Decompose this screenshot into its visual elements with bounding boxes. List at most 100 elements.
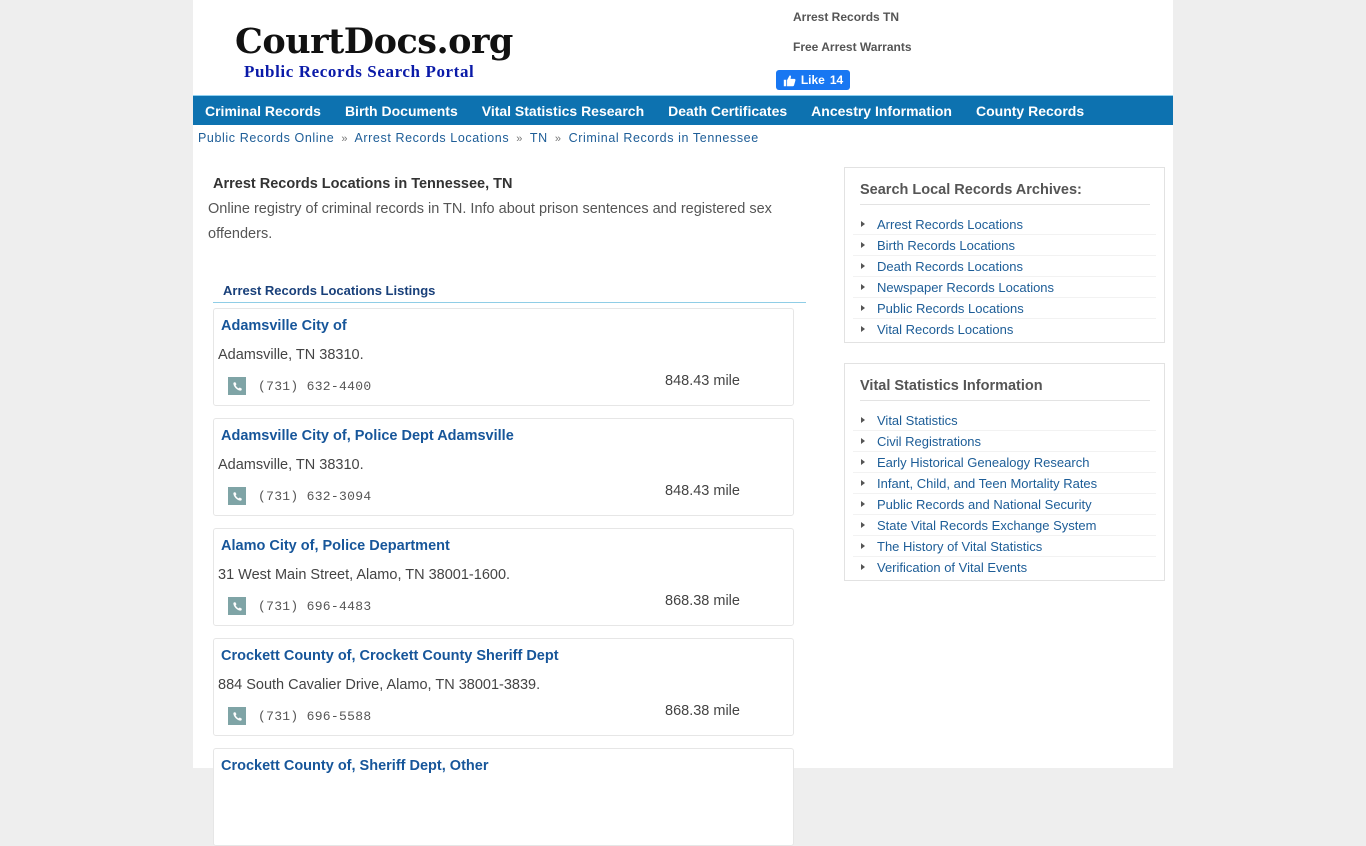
- breadcrumb-separator: »: [341, 133, 349, 145]
- sidebar-item: Arrest Records Locations: [853, 214, 1156, 235]
- sidebar-item: Vital Records Locations: [853, 319, 1156, 339]
- sidebar-link-birth-records-locations[interactable]: Birth Records Locations: [877, 238, 1015, 253]
- listing-distance: 848.43 mile: [665, 373, 740, 389]
- caret-right-icon: [861, 564, 865, 570]
- page-description: Online registry of criminal records in T…: [208, 201, 772, 242]
- listing-card: Adamsville City of, Police Dept Adamsvil…: [213, 418, 794, 516]
- caret-right-icon: [861, 543, 865, 549]
- sidebar-item: Public Records and National Security: [853, 494, 1156, 515]
- phone-icon: [228, 377, 246, 395]
- sidebar-link-mortality-rates[interactable]: Infant, Child, and Teen Mortality Rates: [877, 476, 1097, 491]
- listing-card: Adamsville City of Adamsville, TN 38310.…: [213, 308, 794, 406]
- listing-name-link[interactable]: Adamsville City of, Police Dept Adamsvil…: [221, 428, 514, 444]
- sidebar-link-arrest-records-locations[interactable]: Arrest Records Locations: [877, 217, 1023, 232]
- breadcrumb-separator: »: [516, 133, 524, 145]
- listing-name-link[interactable]: Alamo City of, Police Department: [221, 538, 450, 554]
- page-title: Arrest Records Locations in Tennessee, T…: [213, 176, 513, 192]
- caret-right-icon: [861, 305, 865, 311]
- listing-address: 31 West Main Street, Alamo, TN 38001-160…: [218, 567, 511, 583]
- caret-right-icon: [861, 417, 865, 423]
- listing-name-link[interactable]: Adamsville City of: [221, 318, 347, 334]
- sidebar-link-exchange-system[interactable]: State Vital Records Exchange System: [877, 518, 1096, 533]
- sidebar-item: Death Records Locations: [853, 256, 1156, 277]
- sidebar-list: Arrest Records Locations Birth Records L…: [853, 214, 1156, 339]
- listings-heading: Arrest Records Locations Listings: [213, 282, 806, 303]
- nav-death-certificates[interactable]: Death Certificates: [668, 103, 787, 119]
- sidebar-vital-statistics-box: Vital Statistics Information Vital Stati…: [844, 363, 1165, 581]
- sidebar-item: Infant, Child, and Teen Mortality Rates: [853, 473, 1156, 494]
- like-label: Like: [800, 73, 825, 87]
- breadcrumb-tn[interactable]: TN: [530, 131, 548, 145]
- nav-birth-documents[interactable]: Birth Documents: [345, 103, 458, 119]
- sidebar-item: Civil Registrations: [853, 431, 1156, 452]
- sidebar-item: Vital Statistics: [853, 410, 1156, 431]
- sidebar-item: The History of Vital Statistics: [853, 536, 1156, 557]
- header-links: Arrest Records TN Free Arrest Warrants: [793, 10, 912, 70]
- sidebar-item: Public Records Locations: [853, 298, 1156, 319]
- nav-vital-statistics-research[interactable]: Vital Statistics Research: [482, 103, 644, 119]
- facebook-like-button[interactable]: Like 14: [776, 70, 850, 90]
- breadcrumb-separator: »: [554, 133, 562, 145]
- caret-right-icon: [861, 221, 865, 227]
- listing-name-link[interactable]: Crockett County of, Sheriff Dept, Other: [221, 758, 488, 774]
- caret-right-icon: [861, 326, 865, 332]
- sidebar-link-national-security[interactable]: Public Records and National Security: [877, 497, 1092, 512]
- caret-right-icon: [861, 284, 865, 290]
- page: CourtDocs.org Public Records Search Port…: [193, 0, 1173, 846]
- like-count: 14: [829, 73, 844, 87]
- sidebar-item: Birth Records Locations: [853, 235, 1156, 256]
- listing-card: Crockett County of, Sheriff Dept, Other: [213, 748, 794, 846]
- logo-subtitle: Public Records Search Portal: [244, 62, 475, 81]
- breadcrumb-criminal-records-tennessee[interactable]: Criminal Records in Tennessee: [569, 131, 759, 145]
- sidebar-list: Vital Statistics Civil Registrations Ear…: [853, 410, 1156, 577]
- breadcrumb: Public Records Online » Arrest Records L…: [198, 131, 759, 145]
- listing-address: 884 South Cavalier Drive, Alamo, TN 3800…: [218, 677, 541, 693]
- caret-right-icon: [861, 522, 865, 528]
- listing-card: Crockett County of, Crockett County Sher…: [213, 638, 794, 736]
- sidebar-link-vital-statistics[interactable]: Vital Statistics: [877, 413, 958, 428]
- sidebar-box-title: Search Local Records Archives:: [860, 181, 1150, 205]
- breadcrumb-public-records-online[interactable]: Public Records Online: [198, 131, 334, 145]
- caret-right-icon: [861, 438, 865, 444]
- sidebar-item: Early Historical Genealogy Research: [853, 452, 1156, 473]
- listing-address: Adamsville, TN 38310.: [218, 347, 364, 363]
- phone-icon: [228, 707, 246, 725]
- phone-icon: [228, 597, 246, 615]
- listings-heading-text: Arrest Records Locations Listings: [223, 283, 436, 298]
- header-link-free-arrest-warrants[interactable]: Free Arrest Warrants: [793, 40, 912, 70]
- listing-phone: (731) 696-4483: [258, 599, 372, 614]
- listing-card: Alamo City of, Police Department 31 West…: [213, 528, 794, 626]
- listing-distance: 868.38 mile: [665, 703, 740, 719]
- sidebar-link-public-records-locations[interactable]: Public Records Locations: [877, 301, 1024, 316]
- sidebar-link-history-vital-statistics[interactable]: The History of Vital Statistics: [877, 539, 1042, 554]
- listing-distance: 868.38 mile: [665, 593, 740, 609]
- logo-title: CourtDocs.org: [235, 21, 513, 62]
- sidebar-link-early-historical-genealogy[interactable]: Early Historical Genealogy Research: [877, 455, 1089, 470]
- sidebar-box-title: Vital Statistics Information: [860, 377, 1150, 401]
- nav-ancestry-information[interactable]: Ancestry Information: [811, 103, 952, 119]
- listing-name-link[interactable]: Crockett County of, Crockett County Sher…: [221, 648, 559, 664]
- caret-right-icon: [861, 242, 865, 248]
- sidebar-item: Verification of Vital Events: [853, 557, 1156, 577]
- listing-phone: (731) 632-3094: [258, 489, 372, 504]
- caret-right-icon: [861, 459, 865, 465]
- sidebar-item: Newspaper Records Locations: [853, 277, 1156, 298]
- listing-phone: (731) 696-5588: [258, 709, 372, 724]
- listing-phone: (731) 632-4400: [258, 379, 372, 394]
- sidebar-link-vital-records-locations[interactable]: Vital Records Locations: [877, 322, 1013, 337]
- sidebar-link-death-records-locations[interactable]: Death Records Locations: [877, 259, 1023, 274]
- nav-criminal-records[interactable]: Criminal Records: [205, 103, 321, 119]
- nav-county-records[interactable]: County Records: [976, 103, 1084, 119]
- site-logo[interactable]: CourtDocs.org Public Records Search Port…: [235, 20, 513, 82]
- header-link-arrest-records-tn[interactable]: Arrest Records TN: [793, 10, 912, 40]
- phone-icon: [228, 487, 246, 505]
- caret-right-icon: [861, 501, 865, 507]
- breadcrumb-arrest-records-locations[interactable]: Arrest Records Locations: [354, 131, 509, 145]
- sidebar-link-newspaper-records-locations[interactable]: Newspaper Records Locations: [877, 280, 1054, 295]
- caret-right-icon: [861, 263, 865, 269]
- caret-right-icon: [861, 480, 865, 486]
- main-nav: Criminal Records Birth Documents Vital S…: [193, 95, 1173, 125]
- sidebar-link-civil-registrations[interactable]: Civil Registrations: [877, 434, 981, 449]
- listing-address: Adamsville, TN 38310.: [218, 457, 364, 473]
- sidebar-link-verification-vital-events[interactable]: Verification of Vital Events: [877, 560, 1027, 575]
